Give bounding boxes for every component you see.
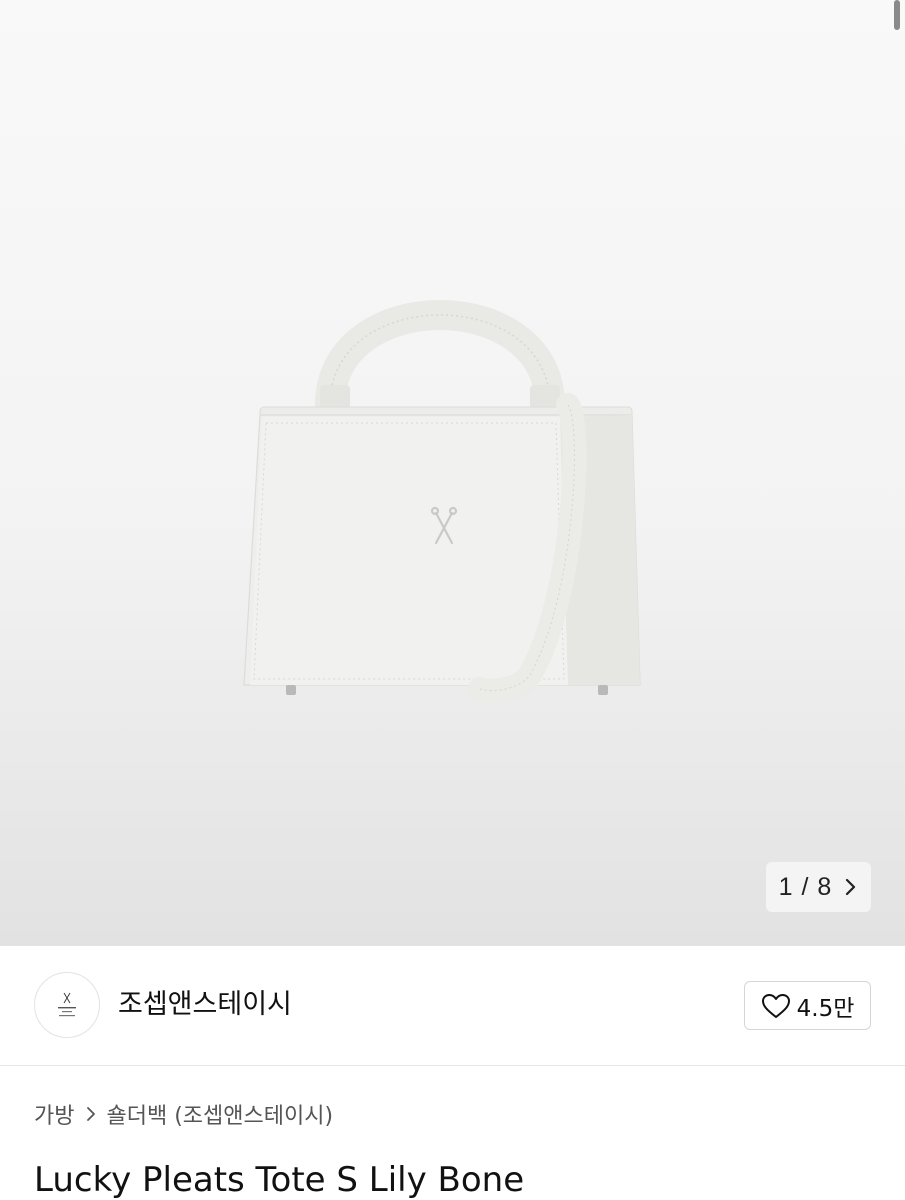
like-button[interactable]: 4.5만	[744, 981, 871, 1030]
like-count: 4.5만	[796, 995, 855, 1022]
breadcrumb: 가방 숄더백 (조셉앤스테이시)	[34, 1098, 333, 1130]
store-logo-icon	[58, 992, 76, 1017]
store-logo-avatar[interactable]	[34, 972, 100, 1038]
heart-icon	[761, 993, 791, 1019]
gallery-counter-text: 1 / 8	[778, 872, 833, 901]
breadcrumb-category[interactable]: 가방	[34, 1098, 74, 1130]
chevron-right-icon	[86, 1106, 96, 1122]
store-name-link[interactable]: 조셉앤스테이시	[118, 986, 292, 1024]
product-gallery[interactable]: 1 / 8	[0, 0, 905, 946]
gallery-counter-button[interactable]: 1 / 8	[766, 862, 871, 912]
store-row: 조셉앤스테이시 4.5만	[0, 946, 905, 1066]
product-image	[243, 300, 641, 703]
chevron-right-icon	[844, 877, 858, 897]
product-title: Lucky Pleats Tote S Lily Bone	[34, 1160, 525, 1200]
product-page: 1 / 8 조셉앤스테이시 4.5만 가방 숄더백 (조셉앤스테이시) Luck…	[0, 0, 905, 1200]
breadcrumb-subcategory[interactable]: 숄더백 (조셉앤스테이시)	[106, 1098, 333, 1130]
scrollbar[interactable]	[894, 0, 900, 30]
